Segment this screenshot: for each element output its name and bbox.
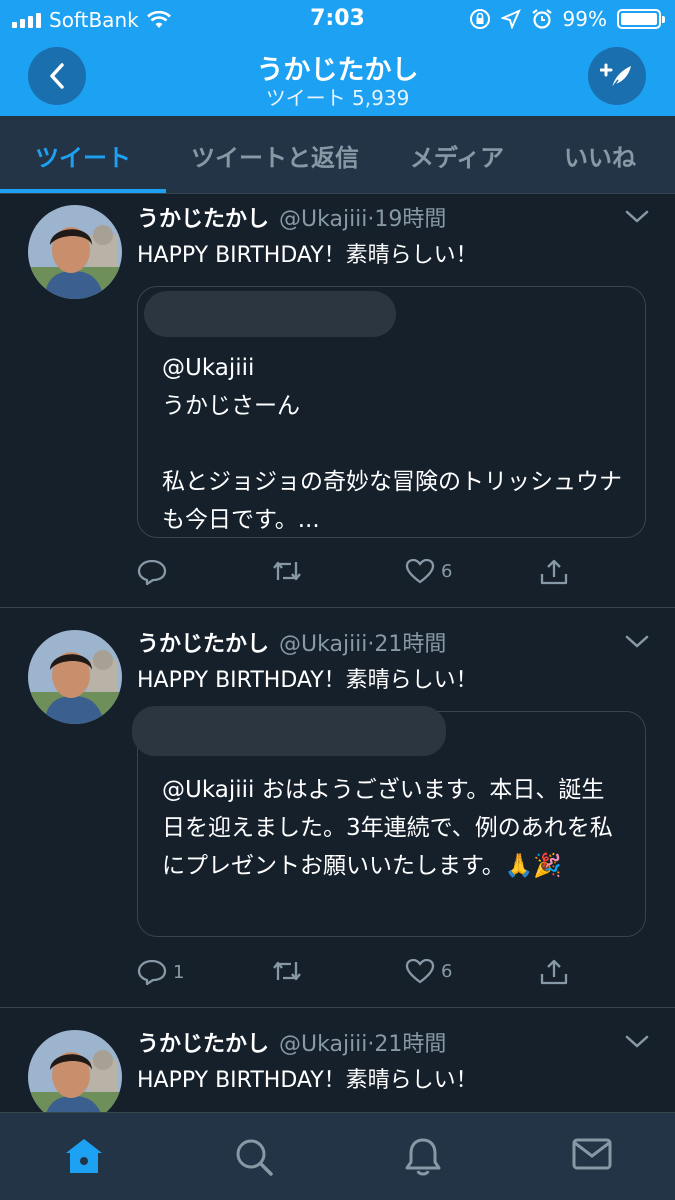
like-button[interactable]: 6 xyxy=(405,958,452,984)
like-button[interactable]: 6 xyxy=(405,558,452,584)
retweet-icon xyxy=(273,961,301,981)
retweet-icon xyxy=(273,561,301,581)
separator-dot: · xyxy=(367,207,375,232)
reply-icon xyxy=(137,959,167,986)
tab-likes[interactable]: いいね xyxy=(540,116,660,194)
tweet-count: ツイート 5,939 xyxy=(265,86,410,110)
home-icon[interactable] xyxy=(64,1137,104,1175)
compose-icon xyxy=(600,63,631,89)
author-handle: @Ukajiii xyxy=(279,632,368,657)
compose-button[interactable] xyxy=(588,47,646,105)
tab-tweets[interactable]: ツイート xyxy=(0,116,166,194)
reply-count: 1 xyxy=(173,961,185,983)
tweet-header: うかじたかし @Ukajiii · 21時間 xyxy=(137,1026,447,1058)
tab-media[interactable]: メディア xyxy=(392,116,522,194)
author-handle: @Ukajiii xyxy=(279,1032,368,1057)
active-tab-indicator xyxy=(0,189,166,193)
separator-dot: · xyxy=(367,632,375,657)
app-header: SoftBank 7:03 99% うかじたかし ツイート 5,939 xyxy=(0,0,675,116)
tweet-header: うかじたかし @Ukajiii · 19時間 xyxy=(137,201,447,233)
avatar[interactable] xyxy=(28,630,122,724)
reply-button[interactable]: 1 xyxy=(137,958,184,986)
battery-icon xyxy=(617,9,665,29)
quoted-tweet-text: @Ukajiii おはようございます。本日、誕生日を迎えました。3年連続で、例の… xyxy=(162,777,613,879)
tweet-time: 19時間 xyxy=(374,207,447,232)
author-name[interactable]: うかじたかし xyxy=(137,626,269,658)
tweet-text: HAPPY BIRTHDAY！素晴らしい！ xyxy=(137,243,478,268)
profile-tabs: ツイート ツイートと返信 メディア いいね xyxy=(0,116,675,194)
bottom-tab-bar xyxy=(0,1112,675,1200)
author-name[interactable]: うかじたかし xyxy=(137,201,269,233)
tweet-header: うかじたかし @Ukajiii · 21時間 xyxy=(137,626,447,658)
quoted-tweet[interactable]: @Ukajiii うかじさーん 私とジョジョの奇妙な冒険のトリッシュウナも今日で… xyxy=(137,286,646,538)
separator-dot: · xyxy=(367,1032,375,1057)
messages-icon[interactable] xyxy=(572,1137,612,1171)
search-icon[interactable] xyxy=(234,1137,274,1177)
location-icon xyxy=(500,9,521,29)
share-icon xyxy=(540,959,568,985)
status-bar: SoftBank 7:03 99% xyxy=(0,0,675,38)
tweet-time: 21時間 xyxy=(374,1032,447,1057)
tab-tweets-and-replies[interactable]: ツイートと返信 xyxy=(170,116,380,194)
reply-button[interactable] xyxy=(137,558,173,586)
orientation-lock-icon xyxy=(469,9,490,29)
chevron-down-icon[interactable] xyxy=(625,1035,649,1049)
alarm-icon xyxy=(531,9,552,29)
tweet-time: 21時間 xyxy=(374,632,447,657)
tweet[interactable]: うかじたかし @Ukajiii · 21時間 HAPPY BIRTHDAY！素晴… xyxy=(0,1008,675,1112)
share-icon xyxy=(540,559,568,585)
avatar[interactable] xyxy=(28,205,122,299)
like-icon xyxy=(405,958,435,984)
chevron-down-icon[interactable] xyxy=(625,210,649,224)
tweet[interactable]: うかじたかし @Ukajiii · 19時間 HAPPY BIRTHDAY！素晴… xyxy=(0,194,675,608)
like-count: 6 xyxy=(441,560,453,582)
tweet-actions: 6 xyxy=(137,558,577,590)
share-button[interactable] xyxy=(539,958,569,986)
retweet-button[interactable] xyxy=(271,558,303,584)
author-name[interactable]: うかじたかし xyxy=(137,1026,269,1058)
redacted-author xyxy=(144,291,396,337)
author-handle: @Ukajiii xyxy=(279,207,368,232)
tweet-text: HAPPY BIRTHDAY！素晴らしい！ xyxy=(137,1068,478,1093)
tweet[interactable]: うかじたかし @Ukajiii · 21時間 HAPPY BIRTHDAY！素晴… xyxy=(0,608,675,1008)
tweet-text: HAPPY BIRTHDAY！素晴らしい！ xyxy=(137,668,478,693)
quoted-tweet-text: @Ukajiii うかじさーん 私とジョジョの奇妙な冒険のトリッシュウナも今日で… xyxy=(162,355,622,533)
like-count: 6 xyxy=(441,960,453,982)
tweet-actions: 1 6 xyxy=(137,958,577,990)
battery-percent: 99% xyxy=(562,7,607,31)
avatar[interactable] xyxy=(28,1030,122,1112)
share-button[interactable] xyxy=(539,558,569,586)
retweet-button[interactable] xyxy=(271,958,303,984)
reply-icon xyxy=(137,559,167,586)
chevron-down-icon[interactable] xyxy=(625,635,649,649)
notifications-icon[interactable] xyxy=(404,1137,442,1177)
redacted-author xyxy=(132,706,446,756)
like-icon xyxy=(405,558,435,584)
